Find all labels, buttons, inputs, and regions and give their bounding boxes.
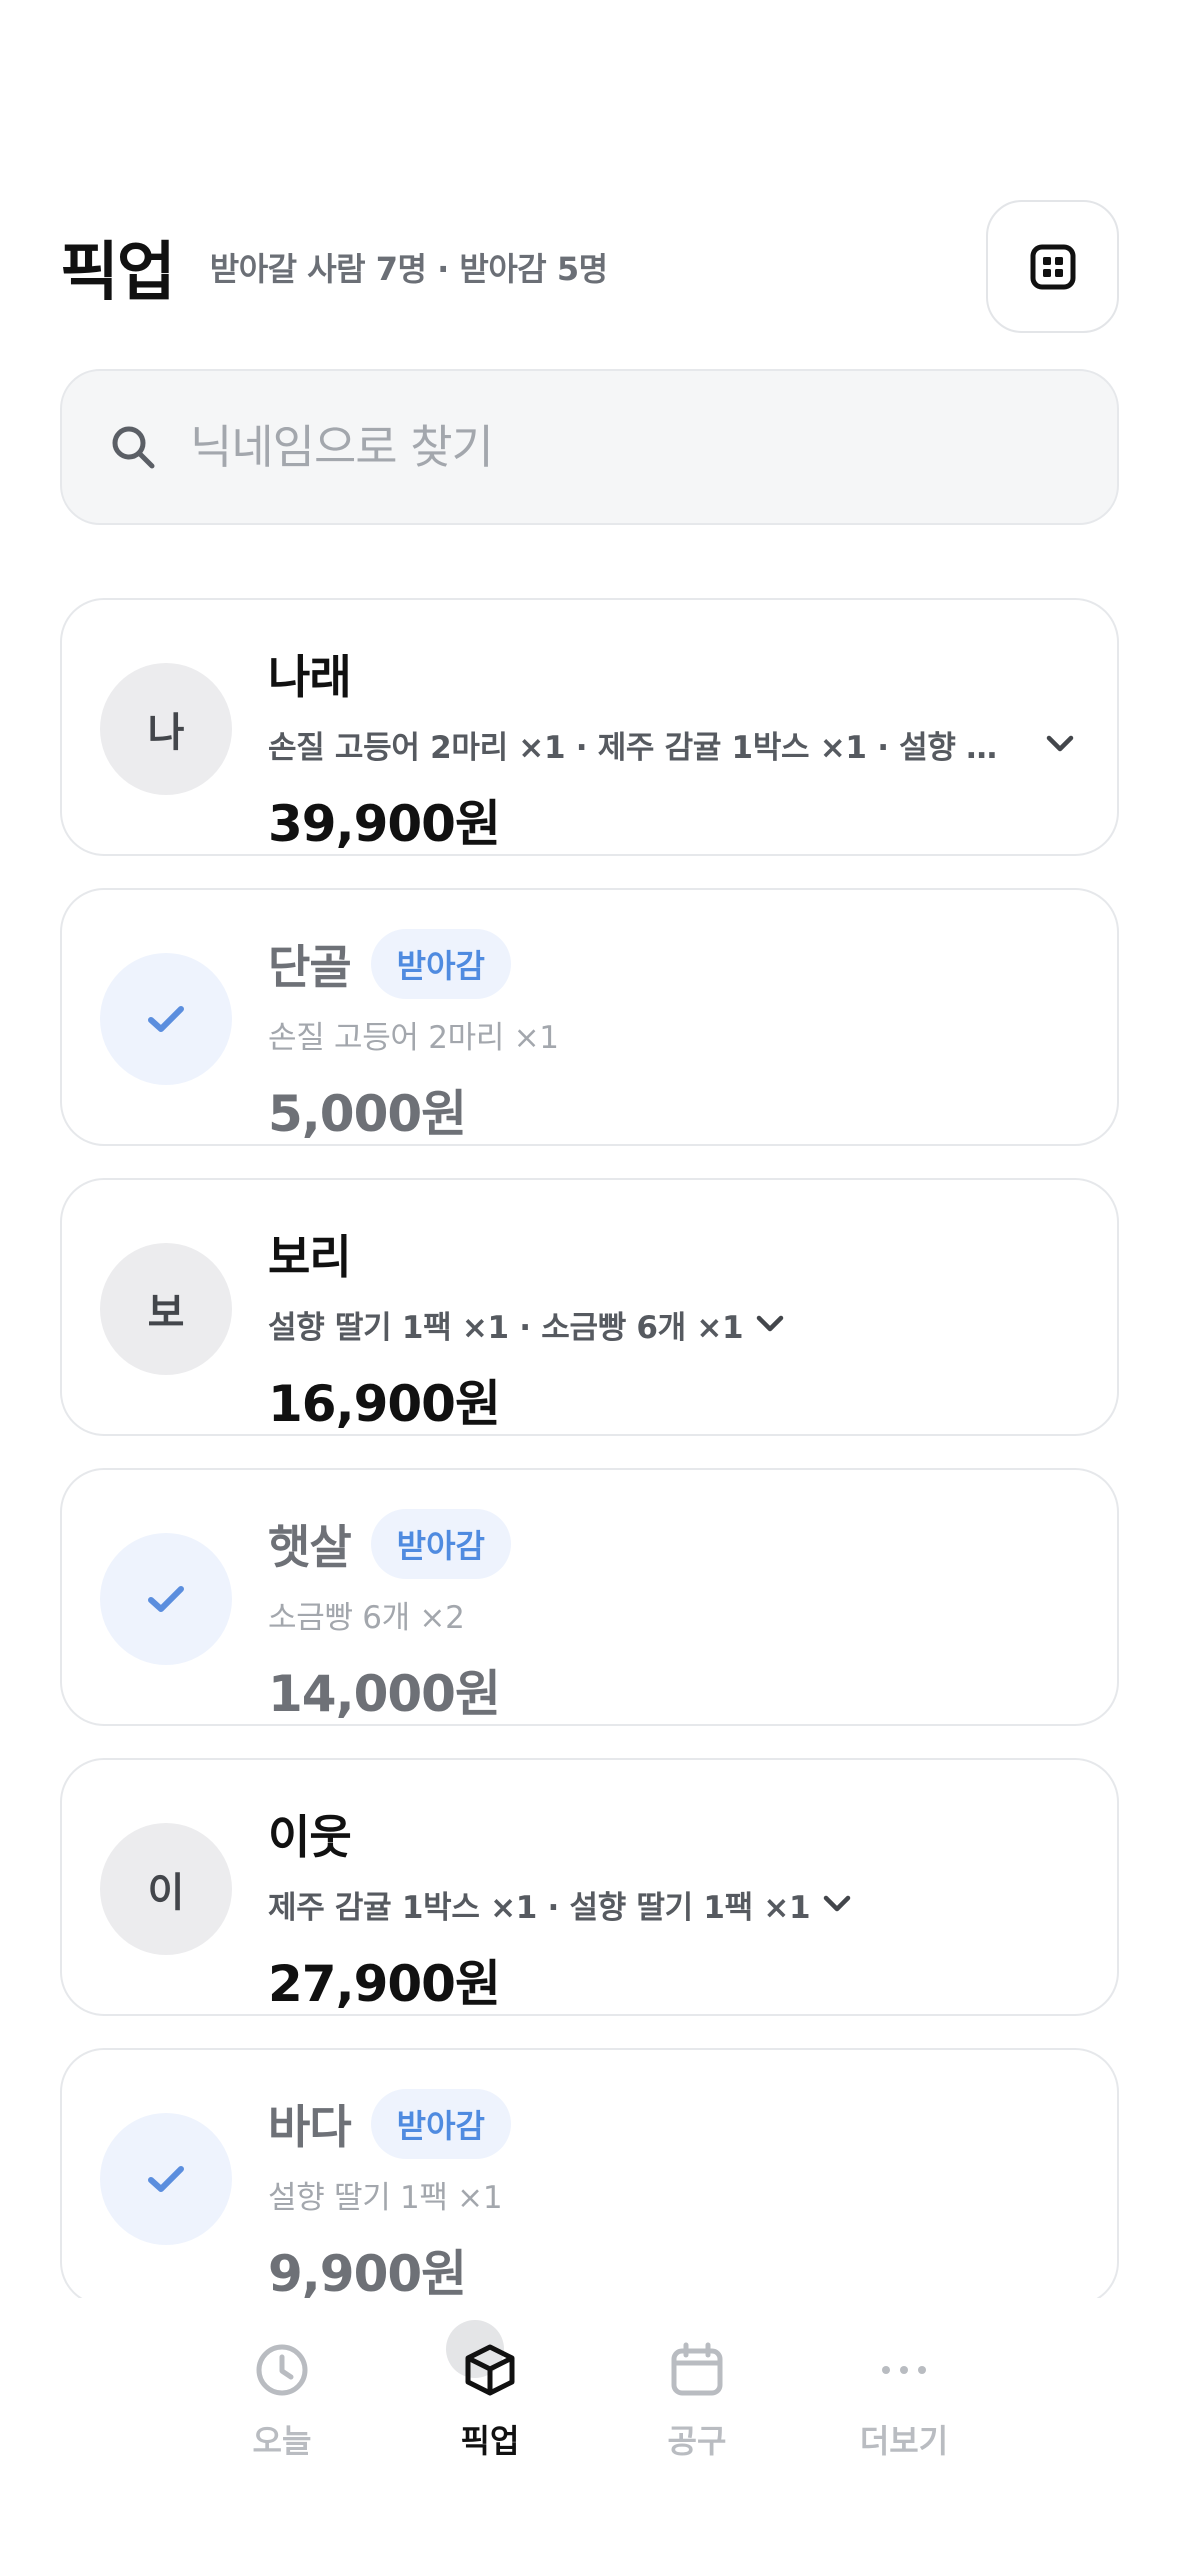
pickup-card[interactable]: 햇살 받아감 소금빵 6개 ×2 14,000원 <box>60 1468 1119 1726</box>
chevron-down-icon <box>824 1895 851 1912</box>
search-input[interactable] <box>190 420 990 474</box>
order-items: 소금빵 6개 ×2 <box>268 1599 465 1636</box>
order-items: 설향 딸기 1팩 ×1 <box>268 2179 503 2216</box>
check-icon <box>148 2166 184 2192</box>
tab-more[interactable]: 더보기 <box>804 2328 1004 2488</box>
clock-icon <box>256 2344 308 2396</box>
card-body: 햇살 받아감 소금빵 6개 ×2 14,000원 <box>268 1506 1077 1726</box>
tab-label: 공구 <box>667 2422 727 2460</box>
pickup-summary: 받아갈 사람 7명 · 받아감 5명 <box>209 249 608 288</box>
card-body: 바다 받아감 설향 딸기 1팩 ×1 9,900원 <box>268 2086 1077 2298</box>
pickup-card[interactable]: 바다 받아감 설향 딸기 1팩 ×1 9,900원 <box>60 2048 1119 2298</box>
order-items: 손질 고등어 2마리 ×1 · 제주 감귤 1박스 ×1 · 설향 딸기 1팩 … <box>268 729 1018 766</box>
customer-name: 바다 <box>268 2100 352 2154</box>
customer-name: 보리 <box>268 1230 352 1284</box>
pickup-card[interactable]: 이 이웃 제주 감귤 1박스 ×1 · 설향 딸기 1팩 ×1 27,900원 <box>60 1758 1119 2016</box>
tab-label: 더보기 <box>859 2422 949 2460</box>
page-title: 픽업 <box>60 235 176 310</box>
order-price: 39,900원 <box>268 795 501 853</box>
avatar <box>100 1533 232 1665</box>
order-items: 손질 고등어 2마리 ×1 <box>268 1019 559 1056</box>
card-body: 나래 손질 고등어 2마리 ×1 · 제주 감귤 1박스 ×1 · 설향 딸기 … <box>268 636 1077 856</box>
pickup-card[interactable]: 나 나래 손질 고등어 2마리 ×1 · 제주 감귤 1박스 ×1 · 설향 딸… <box>60 598 1119 856</box>
pickup-screen: 픽업 받아갈 사람 7명 · 받아감 5명 나 나래 <box>0 0 1179 2556</box>
order-items: 설향 딸기 1팩 ×1 · 소금빵 6개 ×1 <box>268 1309 744 1346</box>
customer-name: 단골 <box>268 940 352 994</box>
tab-group-buy[interactable]: 공구 <box>597 2328 797 2488</box>
order-price: 27,900원 <box>268 1955 501 2013</box>
order-price: 9,900원 <box>268 2245 467 2298</box>
more-icon <box>882 2366 926 2374</box>
card-body: 이웃 제주 감귤 1박스 ×1 · 설향 딸기 1팩 ×1 27,900원 <box>268 1796 1077 2016</box>
card-body: 보리 설향 딸기 1팩 ×1 · 소금빵 6개 ×1 16,900원 <box>268 1216 1077 1436</box>
pickup-card[interactable]: 단골 받아감 손질 고등어 2마리 ×1 5,000원 <box>60 888 1119 1146</box>
chevron-down-icon <box>1046 735 1074 752</box>
status-badge: 받아감 <box>370 2089 511 2159</box>
bottom-tab-bar: 오늘 픽업 공구 더보기 <box>0 2298 1179 2556</box>
tab-label: 픽업 <box>460 2422 520 2460</box>
calendar-icon <box>671 2342 723 2396</box>
status-badge: 받아감 <box>370 1509 511 1579</box>
order-price: 16,900원 <box>268 1375 501 1433</box>
customer-name: 나래 <box>268 650 352 704</box>
avatar <box>100 953 232 1085</box>
check-icon <box>148 1586 184 1612</box>
qr-scan-button[interactable] <box>986 200 1119 333</box>
customer-name: 햇살 <box>268 1520 352 1574</box>
expand-button[interactable] <box>1043 727 1077 761</box>
search-bar[interactable] <box>60 369 1119 525</box>
header: 픽업 받아갈 사람 7명 · 받아감 5명 <box>60 200 1119 333</box>
tab-today[interactable]: 오늘 <box>182 2328 382 2488</box>
customer-name: 이웃 <box>268 1810 352 1864</box>
pickup-list[interactable]: 나 나래 손질 고등어 2마리 ×1 · 제주 감귤 1박스 ×1 · 설향 딸… <box>0 598 1179 2298</box>
avatar: 이 <box>100 1823 232 1955</box>
order-items: 제주 감귤 1박스 ×1 · 설향 딸기 1팩 ×1 <box>268 1889 811 1926</box>
tab-pickup[interactable]: 픽업 <box>390 2320 590 2488</box>
avatar: 보 <box>100 1243 232 1375</box>
status-badge: 받아감 <box>370 929 511 999</box>
expand-button[interactable] <box>820 1887 854 1921</box>
search-icon <box>112 426 155 469</box>
box-icon <box>465 2344 515 2396</box>
avatar <box>100 2113 232 2245</box>
card-body: 단골 받아감 손질 고등어 2마리 ×1 5,000원 <box>268 926 1077 1146</box>
expand-button[interactable] <box>753 1307 787 1341</box>
avatar: 나 <box>100 663 232 795</box>
check-icon <box>148 1006 184 1032</box>
tab-label: 오늘 <box>252 2422 312 2460</box>
order-price: 5,000원 <box>268 1085 467 1143</box>
pickup-card[interactable]: 보 보리 설향 딸기 1팩 ×1 · 소금빵 6개 ×1 16,900원 <box>60 1178 1119 1436</box>
qr-scan-icon <box>1030 244 1075 289</box>
chevron-down-icon <box>757 1315 784 1332</box>
order-price: 14,000원 <box>268 1665 501 1723</box>
